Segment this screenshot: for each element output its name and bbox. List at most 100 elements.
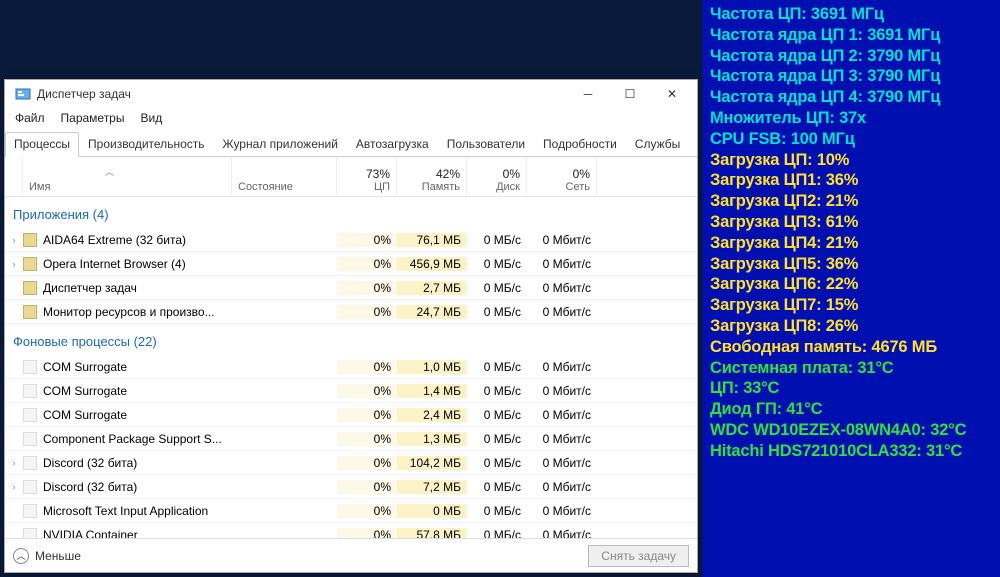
process-disk: 0 МБ/с [467,384,527,398]
menu-Файл[interactable]: Файл [7,109,53,127]
process-network: 0 Мбит/с [527,257,597,271]
tab-5[interactable]: Подробности [534,132,626,156]
process-icon [23,305,37,319]
process-row[interactable]: ›Discord (32 бита)0%104,2 МБ0 МБ/с0 Мбит… [5,451,697,475]
process-icon [23,432,37,446]
process-row[interactable]: COM Surrogate0%1,0 МБ0 МБ/с0 Мбит/с [5,355,697,379]
process-row[interactable]: COM Surrogate0%1,4 МБ0 МБ/с0 Мбит/с [5,379,697,403]
tab-2[interactable]: Журнал приложений [214,132,347,156]
osd-line: Частота ядра ЦП 3: 3790 МГц [710,66,992,87]
process-list[interactable]: Приложения (4) › AIDA64 Extreme (32 бита) 0… [5,197,697,538]
process-network: 0 Мбит/с [527,504,597,518]
process-icon [23,480,37,494]
process-network: 0 Мбит/с [527,305,597,319]
expand-chevron-icon[interactable]: › [5,482,23,492]
process-icon [23,281,37,295]
process-row[interactable]: Component Package Support S... 0%1,3 МБ0 … [5,427,697,451]
footer: ︿ Меньше Снять задачу [5,538,697,572]
osd-line: CPU FSB: 100 МГц [710,129,992,150]
process-icon [23,257,37,271]
tab-4[interactable]: Пользователи [438,132,534,156]
col-state[interactable]: Состояние [232,157,337,196]
process-icon [23,233,37,247]
osd-line: Свободная память: 4676 МБ [710,337,992,358]
tab-3[interactable]: Автозагрузка [347,132,438,156]
expand-chevron-icon[interactable]: › [5,259,23,269]
process-disk: 0 МБ/с [467,408,527,422]
tab-0[interactable]: Процессы [5,132,79,157]
osd-line: Частота ядра ЦП 1: 3691 МГц [710,25,992,46]
process-row[interactable]: Диспетчер задач0%2,7 МБ0 МБ/с0 Мбит/с [5,276,697,300]
menubar: ФайлПараметрыВид [5,108,697,128]
tab-bar: ПроцессыПроизводительностьЖурнал приложе… [5,128,697,157]
osd-line: Hitachi HDS721010CLA332: 31°C [710,441,992,462]
col-cpu[interactable]: 73%ЦП [337,157,397,196]
expand-chevron-icon[interactable]: › [5,235,23,245]
menu-Вид[interactable]: Вид [132,109,170,127]
process-icon [23,504,37,518]
tab-6[interactable]: Службы [626,132,689,156]
process-memory: 57,8 МБ [397,528,467,539]
group-header[interactable]: Фоновые процессы (22) [5,324,697,355]
task-manager-icon [15,86,31,102]
expand-chevron-icon[interactable]: › [5,458,23,468]
end-task-button[interactable]: Снять задачу [588,545,689,567]
osd-line: ЦП: 33°C [710,378,992,399]
process-row[interactable]: ›Discord (32 бита)0%7,2 МБ0 МБ/с0 Мбит/с [5,475,697,499]
tab-1[interactable]: Производительность [79,132,213,156]
process-memory: 7,2 МБ [397,480,467,494]
fewer-details-button[interactable]: ︿ Меньше [13,548,588,564]
process-row[interactable]: COM Surrogate0%2,4 МБ0 МБ/с0 Мбит/с [5,403,697,427]
task-manager-window: Диспетчер задач ─ ☐ ✕ ФайлПараметрыВид П… [4,79,698,573]
hardware-monitor-overlay: Частота ЦП: 3691 МГцЧастота ядра ЦП 1: 3… [702,0,1000,577]
close-button[interactable]: ✕ [651,80,693,108]
process-icon [23,408,37,422]
osd-line: WDC WD10EZEX-08WN4A0: 32°C [710,420,992,441]
col-name[interactable]: ︿Имя [23,157,232,196]
osd-line: Диод ГП: 41°C [710,399,992,420]
process-row[interactable]: ›AIDA64 Extreme (32 бита)0%76,1 МБ0 МБ/с… [5,228,697,252]
process-cpu: 0% [337,384,397,398]
process-memory: 104,2 МБ [397,456,467,470]
osd-line: Загрузка ЦП4: 21% [710,233,992,254]
titlebar[interactable]: Диспетчер задач ─ ☐ ✕ [5,80,697,108]
osd-line: Частота ЦП: 3691 МГц [710,4,992,25]
process-name: AIDA64 Extreme (32 бита) [43,233,186,247]
group-header[interactable]: Приложения (4) [5,197,697,228]
col-network[interactable]: 0%Сеть [527,157,597,196]
process-name: Component Package Support S... [43,432,222,446]
col-disk[interactable]: 0%Диск [467,157,527,196]
process-disk: 0 МБ/с [467,432,527,446]
maximize-button[interactable]: ☐ [609,80,651,108]
menu-Параметры[interactable]: Параметры [53,109,133,127]
minimize-button[interactable]: ─ [567,80,609,108]
process-row[interactable]: Microsoft Text Input Application0%0 МБ0 … [5,499,697,523]
window-title: Диспетчер задач [37,87,567,101]
process-disk: 0 МБ/с [467,305,527,319]
process-name: COM Surrogate [43,384,127,398]
process-cpu: 0% [337,432,397,446]
process-name: COM Surrogate [43,360,127,374]
process-disk: 0 МБ/с [467,281,527,295]
sort-indicator-icon: ︿ [105,165,114,178]
process-name: Opera Internet Browser (4) [43,257,186,271]
osd-line: Загрузка ЦП: 10% [710,150,992,171]
process-network: 0 Мбит/с [527,408,597,422]
process-disk: 0 МБ/с [467,456,527,470]
process-name: Discord (32 бита) [43,456,137,470]
process-icon [23,528,37,539]
process-row[interactable]: NVIDIA Container0%57,8 МБ0 МБ/с0 Мбит/с [5,523,697,538]
process-disk: 0 МБ/с [467,360,527,374]
osd-line: Частота ядра ЦП 4: 3790 МГц [710,87,992,108]
process-name: COM Surrogate [43,408,127,422]
col-memory[interactable]: 42%Память [397,157,467,196]
osd-line: Загрузка ЦП6: 22% [710,274,992,295]
process-network: 0 Мбит/с [527,528,597,539]
osd-line: Загрузка ЦП1: 36% [710,170,992,191]
column-headers: ︿Имя Состояние 73%ЦП 42%Память 0%Диск 0%… [5,157,697,197]
process-memory: 24,7 МБ [397,305,467,319]
process-memory: 2,7 МБ [397,281,467,295]
process-row[interactable]: Монитор ресурсов и произво...0%24,7 МБ0 … [5,300,697,324]
process-row[interactable]: ›Opera Internet Browser (4)0%456,9 МБ0 М… [5,252,697,276]
process-memory: 1,3 МБ [397,432,467,446]
